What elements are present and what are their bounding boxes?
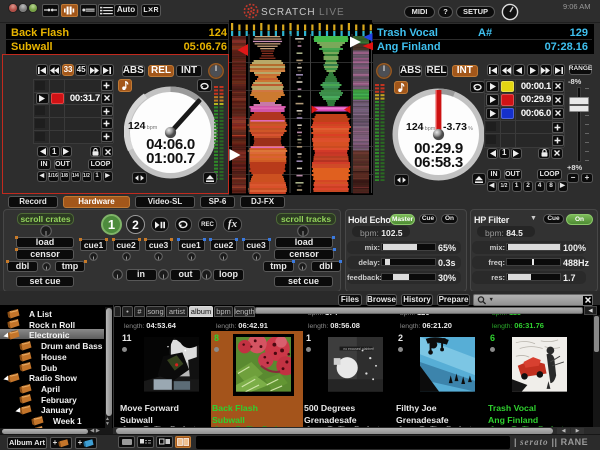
svg-text:SCRATCH: SCRATCH: [261, 7, 316, 18]
svg-text:LIVE: LIVE: [319, 7, 345, 18]
svg-text:no excuses! slabber!: no excuses! slabber!: [343, 346, 374, 350]
